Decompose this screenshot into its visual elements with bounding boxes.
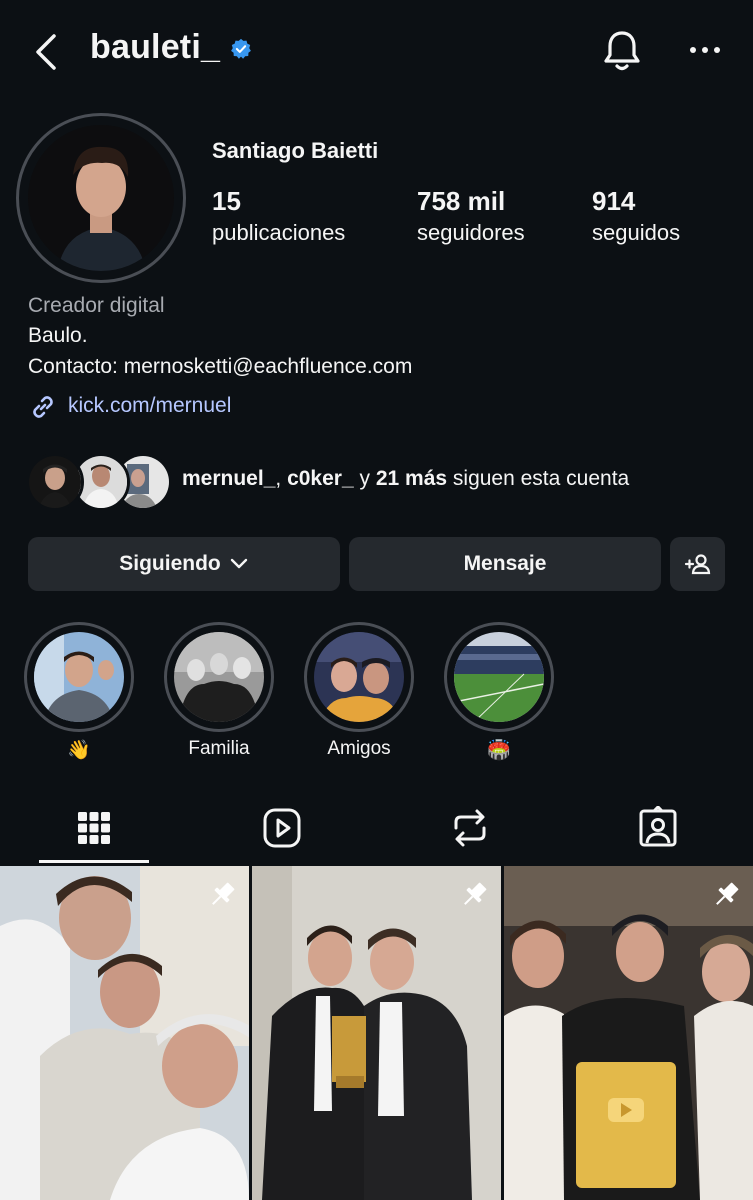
mutual-followers-text[interactable]: mernuel_, c0ker_ y 21 más siguen esta cu… xyxy=(182,467,629,491)
profile-username: bauleti_ xyxy=(90,28,221,66)
highlight-label: 👋 xyxy=(67,740,91,761)
add-person-icon xyxy=(684,554,710,575)
post-thumbnail[interactable] xyxy=(504,866,753,1200)
stat-followers-value: 758 mil xyxy=(417,186,506,216)
stat-following-label: seguidos xyxy=(592,220,681,245)
message-button[interactable]: Mensaje xyxy=(349,537,661,591)
mutual-suffix: siguen esta cuenta xyxy=(452,467,630,490)
highlight-stadium[interactable] xyxy=(454,632,544,722)
following-button[interactable]: Siguiendo xyxy=(28,537,340,591)
highlight-familia[interactable] xyxy=(174,632,264,722)
bio-line: Baulo. xyxy=(28,324,88,347)
post-thumbnail[interactable] xyxy=(0,866,249,1200)
highlight-amigos[interactable] xyxy=(314,632,404,722)
chevron-down-icon xyxy=(230,558,247,569)
highlight-label: Amigos xyxy=(327,738,391,759)
link-icon xyxy=(33,396,53,418)
stat-posts-value: 15 xyxy=(212,186,241,216)
reposts-icon[interactable] xyxy=(450,806,490,850)
back-icon[interactable] xyxy=(30,30,66,74)
highlight-label: Familia xyxy=(188,738,250,759)
profile-avatar[interactable] xyxy=(28,125,174,271)
stat-followers[interactable]: 758 mil seguidores xyxy=(417,186,525,248)
highlight-wave[interactable] xyxy=(34,632,124,722)
pin-icon xyxy=(212,882,235,905)
post-thumbnail[interactable] xyxy=(252,866,501,1200)
bio-contact: Contacto: mernosketti@eachfluence.com xyxy=(28,355,413,378)
profile-category: Creador digital xyxy=(28,294,165,317)
mutual-separator: , xyxy=(275,467,282,490)
stat-following[interactable]: 914 seguidos xyxy=(592,186,680,248)
mutual-conj: y xyxy=(359,467,370,490)
reels-icon[interactable] xyxy=(262,806,302,850)
mutual-more[interactable]: 21 más xyxy=(376,467,447,490)
following-label: Siguiendo xyxy=(119,552,221,575)
stat-posts[interactable]: 15 publicaciones xyxy=(212,186,345,248)
stat-following-value: 914 xyxy=(592,186,636,216)
mutual-user-1[interactable]: mernuel_ xyxy=(182,467,275,490)
message-label: Mensaje xyxy=(463,552,547,575)
pin-icon xyxy=(716,882,739,905)
mutual-user-2[interactable]: c0ker_ xyxy=(287,467,354,490)
more-icon[interactable] xyxy=(686,38,724,62)
mutual-avatar[interactable] xyxy=(26,453,84,511)
tagged-icon[interactable] xyxy=(638,806,678,850)
active-tab-indicator xyxy=(39,860,149,863)
stat-followers-label: seguidores xyxy=(417,220,525,245)
suggest-people-button[interactable] xyxy=(670,537,725,591)
full-name: Santiago Baietti xyxy=(212,138,379,163)
verified-badge-icon xyxy=(231,38,251,59)
grid-icon[interactable] xyxy=(74,806,114,850)
bell-icon[interactable] xyxy=(600,28,644,74)
pin-icon xyxy=(464,882,487,905)
profile-link[interactable]: kick.com/mernuel xyxy=(68,394,231,418)
highlight-label: 🏟️ xyxy=(487,740,511,761)
stat-posts-label: publicaciones xyxy=(212,220,346,245)
